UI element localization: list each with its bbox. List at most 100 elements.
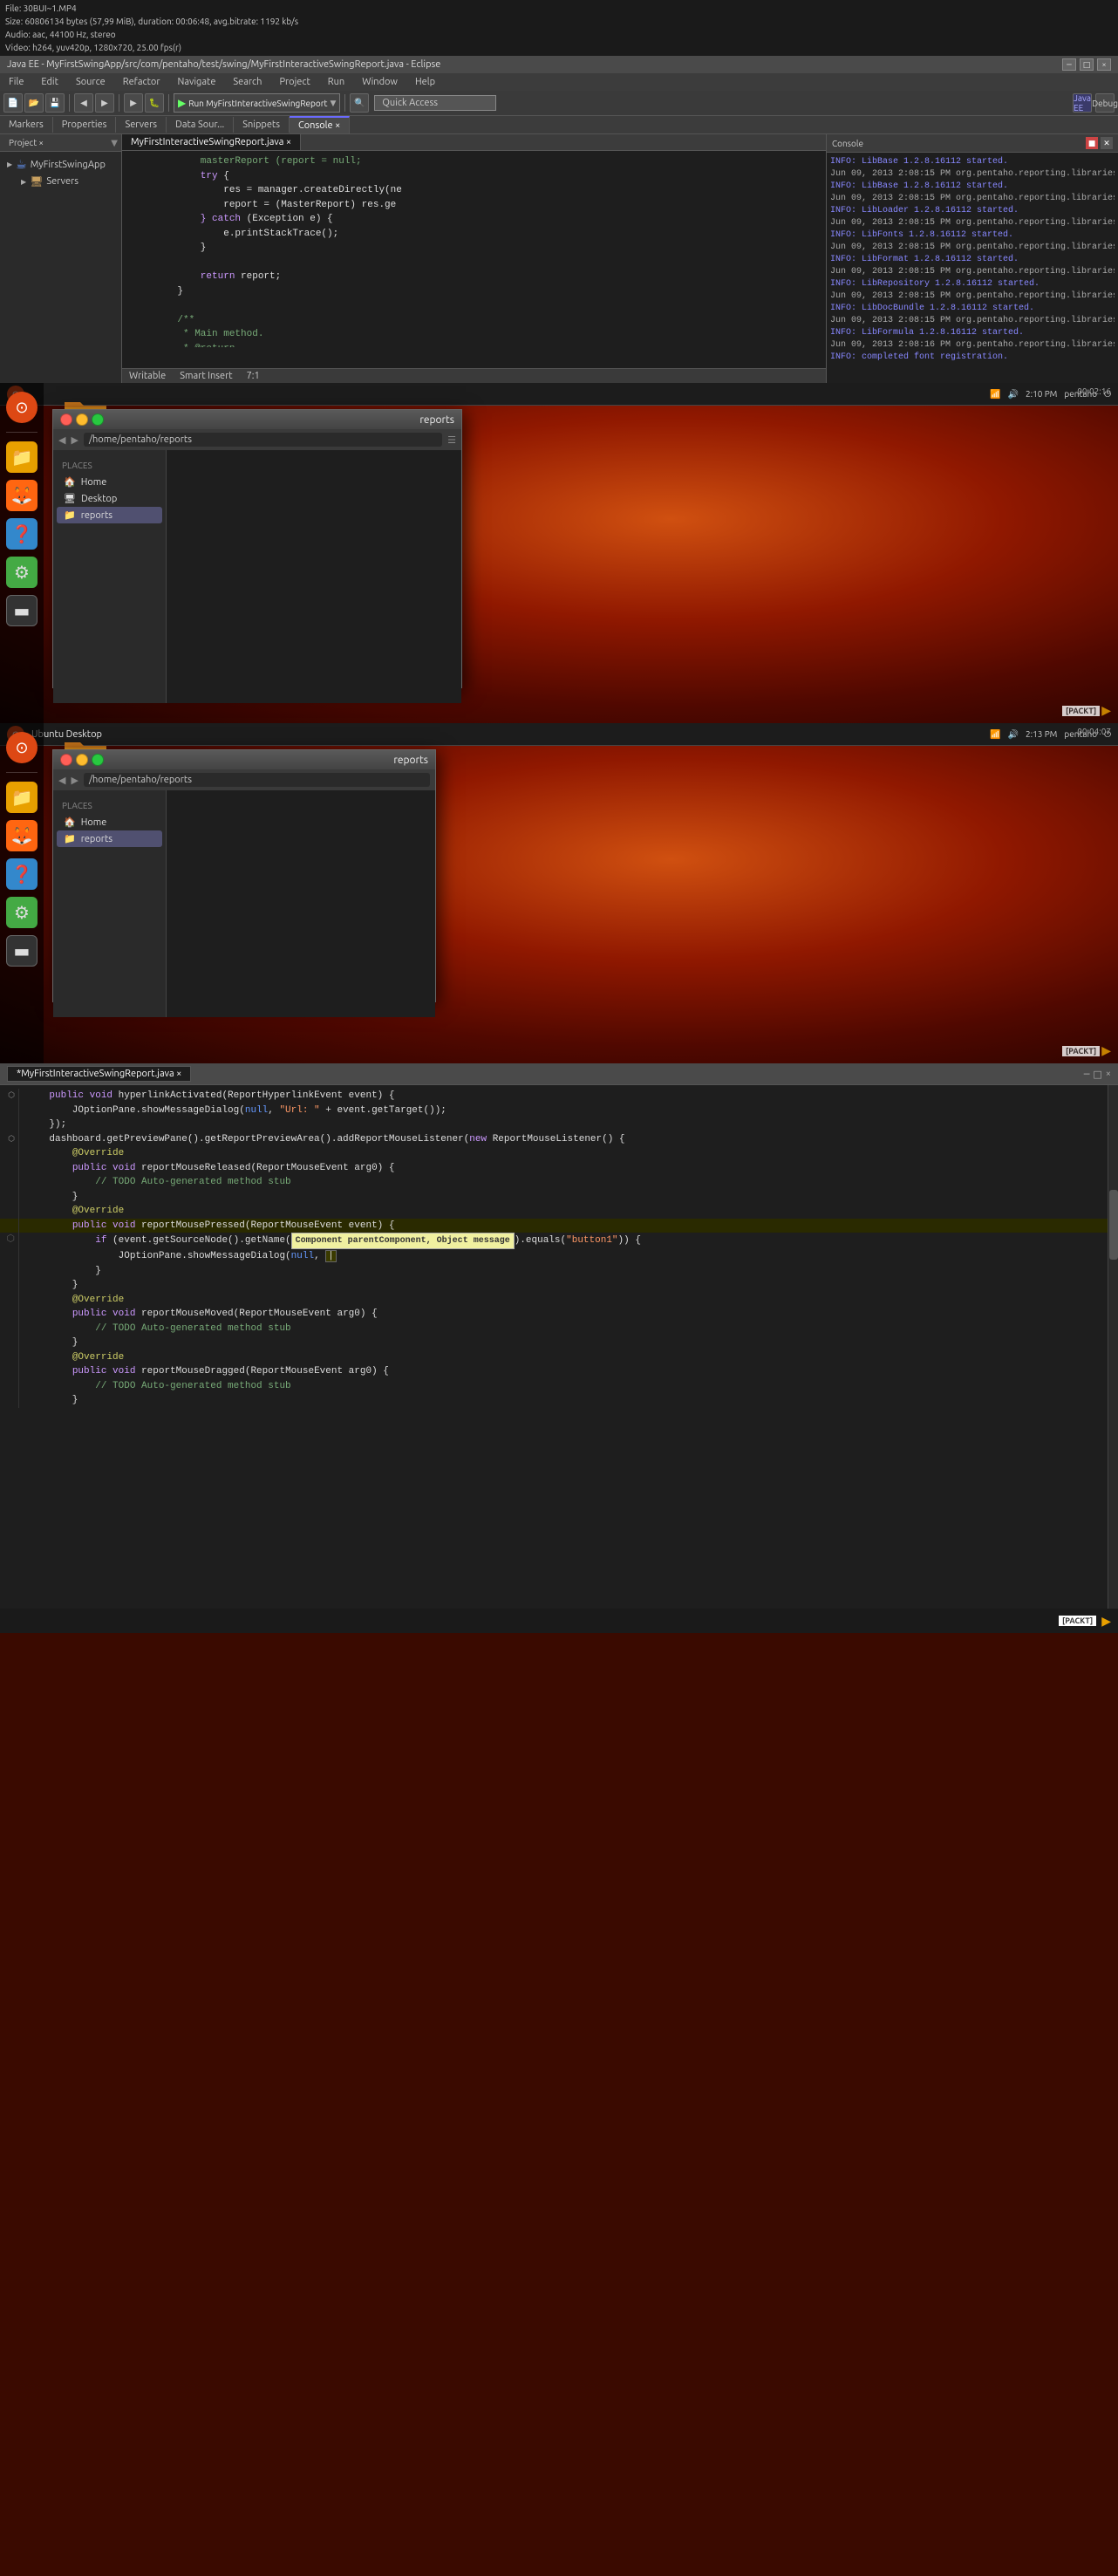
sidebar-home[interactable]: 🏠 Home: [57, 474, 162, 490]
line-gutter: [2, 1175, 19, 1190]
open-button[interactable]: 📂: [24, 93, 44, 113]
quick-access-input[interactable]: Quick Access: [374, 95, 496, 111]
toolbar-separator-4: [344, 94, 345, 112]
tab-data-source[interactable]: Data Sour...: [167, 117, 234, 133]
location-bar-2[interactable]: /home/pentaho/reports: [84, 773, 430, 787]
tab-servers[interactable]: Servers: [116, 117, 167, 133]
sidebar2-reports-active[interactable]: 📁 reports: [57, 830, 162, 847]
dock2-ubuntu-button[interactable]: ⊙: [4, 730, 39, 765]
menu-refactor[interactable]: Refactor: [119, 75, 164, 89]
window-controls: ─ □ ×: [1062, 58, 1111, 71]
editor-close-icon[interactable]: ×: [1106, 1069, 1111, 1080]
close-button[interactable]: ×: [1097, 58, 1111, 71]
code-content[interactable]: masterReport (report = null; try { res =…: [122, 151, 826, 347]
terminal-icon-2: ▬: [6, 935, 37, 967]
line-gutter: [2, 1393, 19, 1408]
console-line: INFO: LibFonts 1.2.8.16112 started.: [830, 229, 1115, 242]
editor-maximize-icon[interactable]: □: [1093, 1069, 1101, 1080]
editor-minimize-icon[interactable]: ─: [1084, 1069, 1090, 1080]
debug-perspective[interactable]: Debug: [1095, 93, 1115, 113]
maximize-button[interactable]: □: [1080, 58, 1094, 71]
dock2-system-icon[interactable]: ⚙: [4, 895, 39, 930]
dock-help-icon[interactable]: ❓: [4, 516, 39, 551]
dock-ubuntu-button[interactable]: ⊙: [4, 390, 39, 425]
file-manager2-close-button[interactable]: [60, 754, 72, 766]
run-button-group[interactable]: ▶ Run MyFirstInteractiveSwingReport ▼: [174, 93, 340, 113]
stop-button[interactable]: ■: [1086, 137, 1098, 149]
time-display-1: 2:10 PM: [1026, 389, 1057, 399]
nav-back-icon[interactable]: ◀: [58, 434, 65, 446]
menu-project[interactable]: Project: [276, 75, 313, 89]
save-button[interactable]: 💾: [45, 93, 65, 113]
debug-button[interactable]: 🐛: [145, 93, 164, 113]
menu-help[interactable]: Help: [412, 75, 439, 89]
file-manager-max-button[interactable]: [92, 413, 104, 426]
console-line: INFO: LibBase 1.2.8.16112 started.: [830, 156, 1115, 168]
menu-source[interactable]: Source: [72, 75, 109, 89]
run-dropdown-button[interactable]: ▶: [124, 93, 143, 113]
vertical-scrollbar[interactable]: [1108, 1085, 1118, 1609]
code-line: return report;: [126, 270, 822, 284]
code-line: * @return: [126, 342, 822, 348]
file-manager2-max-button[interactable]: [92, 754, 104, 766]
bottom-code-area[interactable]: ⬡ public void hyperlinkActivated(ReportH…: [0, 1085, 1108, 1609]
dock-firefox-icon[interactable]: 🦊: [4, 478, 39, 513]
scrollbar-thumb[interactable]: [1109, 1190, 1118, 1260]
tab-snippets[interactable]: Snippets: [234, 117, 290, 133]
dock2-help-icon[interactable]: ❓: [4, 857, 39, 892]
terminal-icon: ▬: [6, 595, 37, 626]
sidebar-desktop[interactable]: 🖥 Desktop: [57, 490, 162, 507]
dock2-firefox-icon[interactable]: 🦊: [4, 818, 39, 853]
console-line: Jun 09, 2013 2:08:15 PM org.pentaho.repo…: [830, 193, 1115, 205]
sidebar-reports-active[interactable]: 📁 reports: [57, 507, 162, 523]
dock-files-icon[interactable]: 📁: [4, 440, 39, 475]
bottom-editor-container: ⬡ public void hyperlinkActivated(ReportH…: [0, 1085, 1118, 1609]
tree-item-project[interactable]: ▶ ☕ MyFirstSwingApp: [3, 155, 118, 174]
console-line: Jun 09, 2013 2:08:15 PM org.pentaho.repo…: [830, 168, 1115, 181]
location-bar[interactable]: /home/pentaho/reports: [84, 433, 442, 447]
status-position: 7:1: [247, 371, 260, 381]
clear-console-button[interactable]: ✕: [1101, 137, 1113, 149]
file-manager-close-button[interactable]: [60, 413, 72, 426]
dock-system-icon[interactable]: ⚙: [4, 555, 39, 590]
back-button[interactable]: ◀: [74, 93, 93, 113]
eclipse-main-area: Project × ▼ ▶ ☕ MyFirstSwingApp ▶ 🖥 Serv…: [0, 134, 1118, 383]
bottom-editor-controls: ─ □ ×: [1084, 1069, 1111, 1080]
tree-item-servers[interactable]: ▶ 🖥 Servers: [3, 174, 118, 189]
tooltip-component-message: Component parentComponent, Object messag…: [291, 1233, 515, 1249]
forward-button[interactable]: ▶: [95, 93, 114, 113]
nav2-back-icon[interactable]: ◀: [58, 775, 65, 786]
bottom-editor-tab[interactable]: *MyFirstInteractiveSwingReport.java ×: [7, 1066, 191, 1082]
dock-terminal-icon[interactable]: ▬: [4, 593, 39, 628]
java-ee-perspective[interactable]: Java EE: [1073, 93, 1092, 113]
editor-tab-main[interactable]: MyFirstInteractiveSwingReport.java ×: [122, 134, 301, 150]
menu-edit[interactable]: Edit: [37, 75, 62, 89]
dock2-files-icon[interactable]: 📁: [4, 780, 39, 815]
menu-file[interactable]: File: [5, 75, 27, 89]
menu-run[interactable]: Run: [324, 75, 348, 89]
view-icon[interactable]: ☰: [447, 434, 456, 446]
panel-minimize-icon[interactable]: ▼: [111, 138, 118, 148]
menu-search[interactable]: Search: [229, 75, 265, 89]
search-button[interactable]: 🔍: [350, 93, 369, 113]
nav2-forward-icon[interactable]: ▶: [71, 775, 78, 786]
sidebar2-home[interactable]: 🏠 Home: [57, 814, 162, 830]
dock2-terminal-icon[interactable]: ▬: [4, 933, 39, 968]
bottom-code-line: });: [0, 1117, 1108, 1132]
menu-window[interactable]: Window: [358, 75, 401, 89]
menu-navigate[interactable]: Navigate: [174, 75, 220, 89]
new-button[interactable]: 📄: [3, 93, 23, 113]
tab-properties[interactable]: Properties: [53, 117, 117, 133]
tab-project[interactable]: Project ×: [3, 136, 49, 149]
tab-console[interactable]: Console ×: [290, 116, 350, 133]
minimize-button[interactable]: ─: [1062, 58, 1076, 71]
ubuntu-icon-2: ⊙: [6, 732, 37, 763]
nav-forward-icon[interactable]: ▶: [71, 434, 78, 446]
tab-markers[interactable]: Markers: [0, 117, 53, 133]
bottom-code-line: JOptionPane.showMessageDialog(null, |: [0, 1249, 1108, 1264]
file-manager-window-2: reports ◀ ▶ /home/pentaho/reports Places…: [52, 749, 436, 1002]
video-filename: File: 30BUI~1.MP4: [5, 2, 1113, 15]
file-manager-min-button[interactable]: [76, 413, 88, 426]
bottom-code-line: }: [0, 1336, 1108, 1350]
file-manager2-min-button[interactable]: [76, 754, 88, 766]
